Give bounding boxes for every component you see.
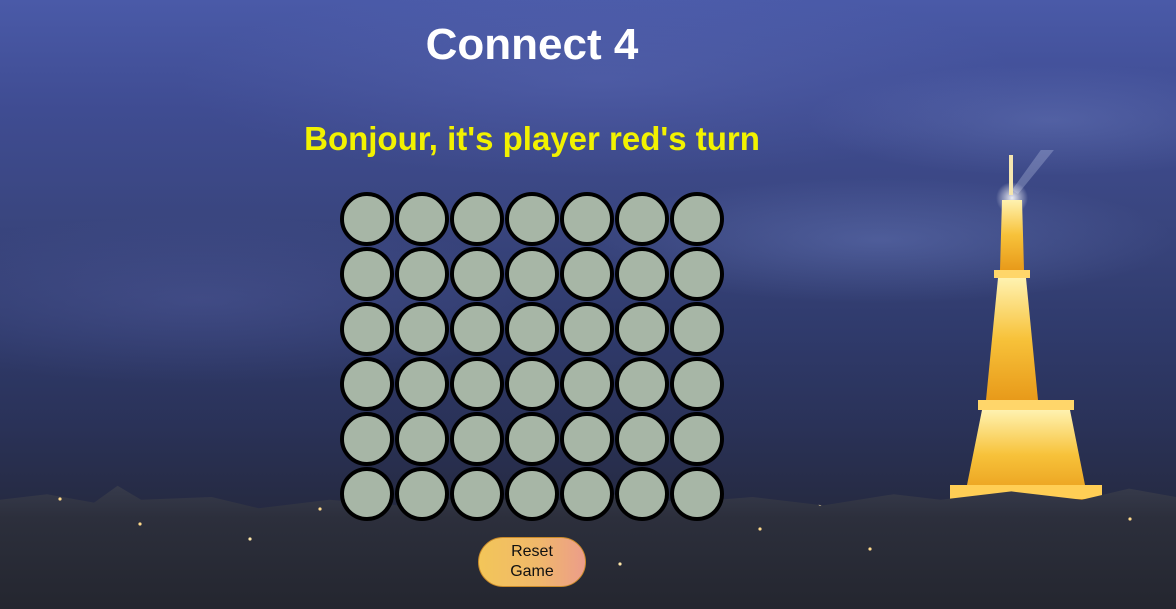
board-slot[interactable] bbox=[670, 467, 724, 521]
board-slot[interactable] bbox=[560, 302, 614, 356]
board-slot[interactable] bbox=[395, 412, 449, 466]
board-slot[interactable] bbox=[670, 192, 724, 246]
board-slot[interactable] bbox=[670, 302, 724, 356]
board-slot[interactable] bbox=[450, 412, 504, 466]
board-slot[interactable] bbox=[560, 192, 614, 246]
board-slot[interactable] bbox=[505, 412, 559, 466]
board-slot[interactable] bbox=[560, 467, 614, 521]
board-slot[interactable] bbox=[505, 247, 559, 301]
board-slot[interactable] bbox=[340, 357, 394, 411]
board-slot[interactable] bbox=[395, 192, 449, 246]
board-slot[interactable] bbox=[395, 357, 449, 411]
reset-game-button[interactable]: Reset Game bbox=[478, 537, 586, 587]
board-slot[interactable] bbox=[395, 302, 449, 356]
game-title: Connect 4 bbox=[425, 20, 639, 69]
turn-status: Bonjour, it's player red's turn bbox=[304, 120, 760, 157]
board-slot[interactable] bbox=[450, 357, 504, 411]
board-slot[interactable] bbox=[615, 247, 669, 301]
board-slot[interactable] bbox=[670, 247, 724, 301]
board-slot[interactable] bbox=[670, 357, 724, 411]
board-slot[interactable] bbox=[560, 412, 614, 466]
board-slot[interactable] bbox=[340, 192, 394, 246]
board-slot[interactable] bbox=[340, 302, 394, 356]
board-slot[interactable] bbox=[560, 247, 614, 301]
board-slot[interactable] bbox=[450, 302, 504, 356]
board-slot[interactable] bbox=[450, 192, 504, 246]
board-slot[interactable] bbox=[505, 357, 559, 411]
board-slot[interactable] bbox=[505, 302, 559, 356]
board-slot[interactable] bbox=[505, 192, 559, 246]
board-slot[interactable] bbox=[395, 247, 449, 301]
board-slot[interactable] bbox=[615, 302, 669, 356]
board-slot[interactable] bbox=[340, 467, 394, 521]
board-slot[interactable] bbox=[615, 412, 669, 466]
board-slot[interactable] bbox=[560, 357, 614, 411]
board-slot[interactable] bbox=[340, 412, 394, 466]
board-slot[interactable] bbox=[450, 467, 504, 521]
board-slot[interactable] bbox=[395, 467, 449, 521]
game-board bbox=[340, 192, 725, 522]
board-slot[interactable] bbox=[615, 467, 669, 521]
board-slot[interactable] bbox=[615, 192, 669, 246]
board-slot[interactable] bbox=[340, 247, 394, 301]
board-slot[interactable] bbox=[670, 412, 724, 466]
board-slot[interactable] bbox=[450, 247, 504, 301]
eiffel-tower-image bbox=[938, 150, 1114, 550]
board-slot[interactable] bbox=[505, 467, 559, 521]
board-slot[interactable] bbox=[615, 357, 669, 411]
